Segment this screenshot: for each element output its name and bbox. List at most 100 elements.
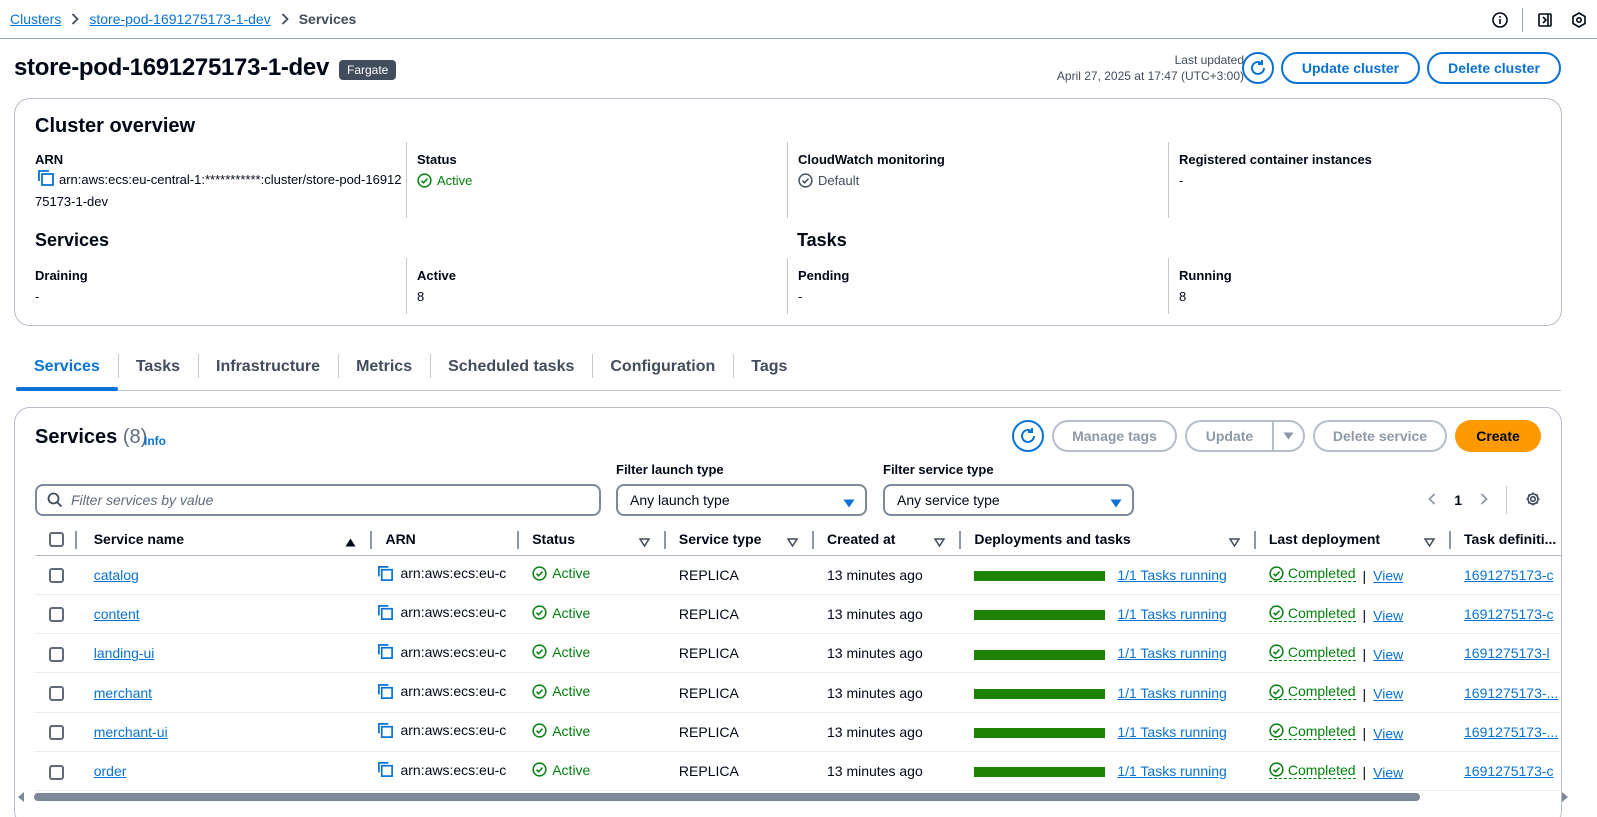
col-task-definition[interactable]: Task definiti...	[1451, 523, 1561, 556]
copy-icon[interactable]	[37, 169, 55, 192]
tasks-running-link[interactable]: 1/1 Tasks running	[1117, 606, 1226, 622]
notes-icon[interactable]	[1533, 8, 1557, 32]
update-service-split-button[interactable]: Update	[1185, 420, 1305, 452]
copy-icon[interactable]	[377, 643, 394, 660]
service-name-link[interactable]: catalog	[94, 567, 139, 583]
delete-service-button[interactable]: Delete service	[1313, 420, 1447, 452]
scrollbar-thumb[interactable]	[34, 793, 1420, 801]
table-row[interactable]: catalog arn:aws:ecs:eu-c Active REPLICA 13 m…	[35, 555, 1561, 595]
info-icon[interactable]	[1488, 8, 1512, 32]
deployment-status[interactable]: Completed	[1268, 644, 1356, 661]
tasks-running-link[interactable]: 1/1 Tasks running	[1117, 567, 1226, 583]
task-definition-link[interactable]: 1691275173-c	[1464, 606, 1554, 622]
tab-metrics[interactable]: Metrics	[338, 350, 430, 390]
col-deployments-tasks[interactable]: Deployments and tasks	[961, 523, 1256, 556]
col-service-name[interactable]: Service name	[80, 523, 373, 556]
refresh-button[interactable]	[1242, 52, 1274, 84]
tasks-running-link[interactable]: 1/1 Tasks running	[1117, 724, 1226, 740]
col-last-deployment[interactable]: Last deployment	[1255, 523, 1451, 556]
breadcrumb-cluster[interactable]: store-pod-1691275173-1-dev	[89, 11, 270, 27]
scroll-left-icon[interactable]	[18, 792, 26, 802]
sort-icon[interactable]	[638, 534, 651, 550]
service-name-link[interactable]: landing-ui	[94, 645, 155, 661]
deployment-status[interactable]: Completed	[1268, 605, 1356, 622]
col-status-label: Status	[532, 530, 576, 547]
refresh-services-button[interactable]	[1012, 420, 1044, 452]
deployment-status[interactable]: Completed	[1268, 762, 1356, 779]
deployment-status[interactable]: Completed	[1268, 723, 1356, 740]
service-type-select[interactable]: Any service type	[883, 484, 1134, 516]
tab-configuration[interactable]: Configuration	[592, 350, 733, 390]
task-definition-link[interactable]: 1691275173-...	[1464, 685, 1558, 701]
update-cluster-button[interactable]: Update cluster	[1281, 52, 1420, 84]
view-deployment-link[interactable]: View	[1373, 686, 1403, 702]
create-service-button[interactable]: Create	[1455, 420, 1541, 452]
settings-hexagon-icon[interactable]	[1567, 8, 1591, 32]
gear-icon[interactable]	[1525, 491, 1541, 510]
tab-tasks[interactable]: Tasks	[117, 350, 198, 390]
table-row[interactable]: merchant arn:aws:ecs:eu-c Active REPLICA 13 …	[35, 672, 1561, 713]
sort-icon[interactable]	[933, 534, 946, 550]
copy-icon[interactable]	[377, 761, 394, 778]
view-deployment-link[interactable]: View	[1373, 607, 1403, 623]
horizontal-scrollbar[interactable]	[18, 791, 1578, 803]
tasks-running-link[interactable]: 1/1 Tasks running	[1117, 685, 1226, 701]
tasks-running-link[interactable]: 1/1 Tasks running	[1117, 645, 1226, 661]
tab-services[interactable]: Services	[16, 350, 118, 391]
status-value: Active	[552, 565, 591, 582]
table-row[interactable]: merchant-ui arn:aws:ecs:eu-c Active REPLICA…	[35, 712, 1561, 752]
info-link[interactable]: Info	[144, 434, 166, 448]
tab-scheduled-tasks[interactable]: Scheduled tasks	[430, 350, 592, 390]
table-row[interactable]: landing-ui arn:aws:ecs:eu-c Active REPLICA 1…	[35, 633, 1561, 674]
row-checkbox[interactable]	[49, 725, 64, 741]
copy-icon[interactable]	[377, 683, 394, 700]
copy-icon[interactable]	[377, 604, 394, 621]
row-checkbox[interactable]	[49, 568, 64, 584]
task-definition-link[interactable]: 1691275173-c	[1464, 567, 1554, 583]
view-deployment-link[interactable]: View	[1373, 568, 1403, 584]
deployment-status[interactable]: Completed	[1268, 683, 1356, 701]
manage-tags-button[interactable]: Manage tags	[1052, 420, 1177, 452]
sort-icon[interactable]	[1228, 534, 1241, 550]
view-deployment-link[interactable]: View	[1373, 764, 1403, 780]
col-service-type[interactable]: Service type	[665, 523, 814, 556]
view-deployment-link[interactable]: View	[1373, 646, 1403, 662]
sort-ascending-icon[interactable]	[345, 534, 356, 550]
breadcrumb-clusters[interactable]: Clusters	[10, 11, 61, 27]
row-checkbox[interactable]	[49, 685, 64, 701]
col-created-at[interactable]: Created at	[814, 523, 962, 556]
task-definition-link[interactable]: 1691275173-l	[1464, 645, 1550, 661]
scroll-right-icon[interactable]	[1560, 792, 1568, 802]
copy-icon[interactable]	[377, 722, 394, 739]
task-definition-link[interactable]: 1691275173-...	[1464, 724, 1558, 740]
chevron-right-icon[interactable]	[1480, 492, 1488, 508]
caret-down-icon[interactable]	[1274, 432, 1303, 440]
launch-type-select[interactable]: Any launch type	[616, 484, 867, 516]
search-input[interactable]: Filter services by value	[35, 484, 601, 516]
chevron-left-icon[interactable]	[1428, 492, 1436, 508]
row-checkbox[interactable]	[49, 607, 64, 623]
row-checkbox[interactable]	[49, 764, 64, 780]
service-name-link[interactable]: merchant-ui	[94, 724, 168, 740]
page-number[interactable]: 1	[1454, 492, 1462, 508]
service-name-link[interactable]: order	[94, 763, 127, 779]
sort-icon[interactable]	[786, 534, 799, 550]
select-all-checkbox[interactable]	[49, 532, 64, 548]
copy-icon[interactable]	[377, 565, 394, 582]
deployment-status[interactable]: Completed	[1268, 565, 1356, 583]
service-name-link[interactable]: merchant	[94, 685, 152, 701]
delete-cluster-button[interactable]: Delete cluster	[1427, 52, 1561, 84]
task-definition-link[interactable]: 1691275173-c	[1464, 763, 1554, 779]
col-arn[interactable]: ARN	[372, 523, 520, 556]
tab-tags[interactable]: Tags	[733, 350, 805, 390]
view-deployment-link[interactable]: View	[1373, 725, 1403, 741]
table-row[interactable]: order arn:aws:ecs:eu-c Active REPLICA 13 min…	[35, 751, 1561, 792]
service-name-link[interactable]: content	[94, 606, 140, 622]
tasks-running-link[interactable]: 1/1 Tasks running	[1117, 763, 1226, 779]
tab-infrastructure[interactable]: Infrastructure	[198, 350, 338, 390]
col-status[interactable]: Status	[519, 523, 666, 556]
sort-icon[interactable]	[1423, 534, 1436, 550]
table-row[interactable]: content arn:aws:ecs:eu-c Active REPLICA 13 m…	[35, 594, 1561, 635]
update-service-button[interactable]: Update	[1187, 422, 1274, 450]
row-checkbox[interactable]	[49, 646, 64, 662]
